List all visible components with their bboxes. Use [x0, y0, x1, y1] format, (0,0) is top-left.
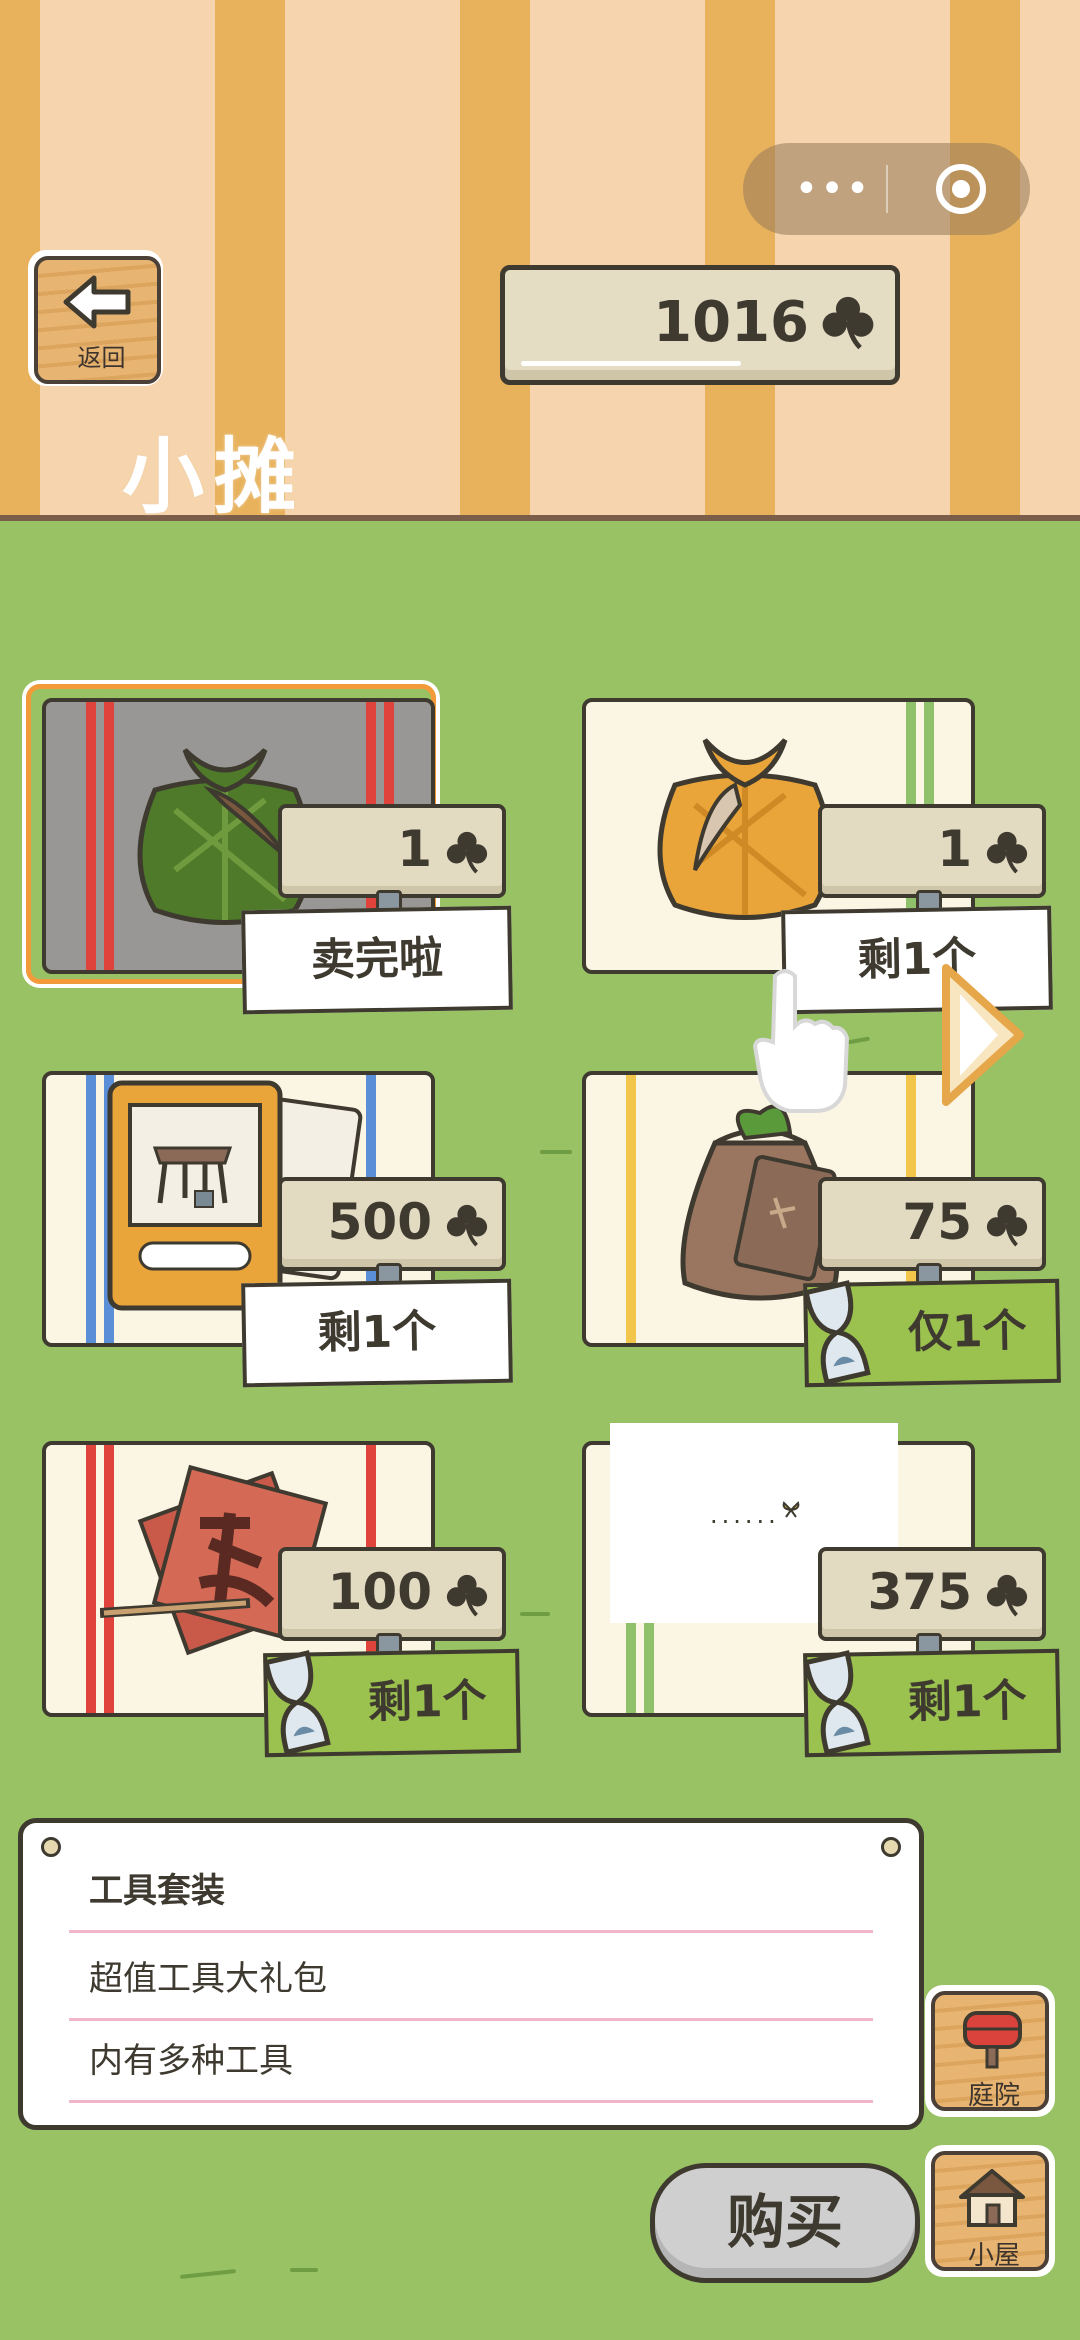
item-description-line-2: 内有多种工具 — [69, 2019, 873, 2103]
price-value: 1 — [397, 820, 432, 878]
clover-icon — [444, 1571, 490, 1617]
nail-icon — [41, 1837, 61, 1857]
clover-icon — [444, 1201, 490, 1247]
tutorial-hand-pointer-icon — [752, 969, 850, 1113]
price-value: 75 — [902, 1193, 972, 1251]
more-icon[interactable]: ••• — [783, 161, 883, 217]
grass-mark — [290, 2268, 318, 2272]
rug-stripe — [86, 1075, 96, 1343]
back-button[interactable]: 返回 — [28, 250, 163, 386]
close-miniprogram-icon[interactable] — [933, 161, 989, 217]
price-tag: 1 — [278, 804, 506, 916]
shop-item-3[interactable]: 500 剩1个 — [20, 1063, 513, 1403]
item-name: 工具套装 — [69, 1849, 873, 1933]
stock-status: 卖完啦 — [241, 905, 513, 1015]
clover-balance: 1016 — [500, 265, 900, 385]
back-label: 返回 — [77, 344, 126, 372]
yard-button-plate: 庭院 — [931, 1991, 1049, 2111]
house-label: 小屋 — [967, 2241, 1020, 2271]
price-tag: 1 — [818, 804, 1046, 916]
grass-mark — [520, 1612, 550, 1616]
clover-icon — [984, 1571, 1030, 1617]
stock-status: 剩1个 — [263, 1648, 521, 1758]
clover-icon — [819, 292, 877, 350]
price-value: 100 — [327, 1563, 432, 1621]
loading-text: ...... — [710, 1501, 780, 1529]
miniprogram-capsule: ••• — [743, 143, 1030, 235]
next-page-arrow-icon[interactable] — [938, 960, 1028, 1110]
balance-highlight — [521, 361, 741, 366]
house-button[interactable]: 小屋 — [925, 2145, 1055, 2277]
stock-status: 剩1个 — [241, 1278, 513, 1388]
clover-balance-value: 1016 — [653, 290, 809, 355]
capsule-divider — [886, 165, 888, 213]
item-description-line-1: 超值工具大礼包 — [69, 1937, 873, 2021]
item-description-panel: 工具套装 超值工具大礼包 内有多种工具 — [18, 1818, 924, 2130]
yard-button[interactable]: 庭院 — [925, 1985, 1055, 2117]
price-tag: 500 — [278, 1177, 506, 1289]
yard-label: 庭院 — [967, 2081, 1020, 2111]
hourglass-icon — [803, 1650, 871, 1756]
back-arrow-icon — [63, 275, 131, 329]
hourglass-icon — [263, 1650, 331, 1756]
grass-mark — [179, 2269, 237, 2279]
shop-item-1[interactable]: 1 卖完啦 — [20, 684, 513, 1030]
rug-stripe — [626, 1075, 636, 1343]
buy-button[interactable]: 购买 — [650, 2163, 920, 2283]
stock-status: 剩1个 — [803, 1648, 1061, 1758]
price-tag: 375 — [818, 1547, 1046, 1659]
house-icon — [959, 2169, 1025, 2227]
clover-icon — [444, 828, 490, 874]
nail-icon — [881, 1837, 901, 1857]
price-value: 375 — [867, 1563, 972, 1621]
shop-header: ••• 返回 小摊 1016 — [0, 0, 1080, 525]
price-value: 500 — [327, 1193, 432, 1251]
price-tag: 100 — [278, 1547, 506, 1659]
shop-item-5[interactable]: 100 剩1个 — [20, 1433, 521, 1773]
price-tag: 75 — [818, 1177, 1046, 1289]
page-title: 小摊 — [122, 430, 307, 525]
clover-icon — [984, 828, 1030, 874]
hourglass-icon — [803, 1280, 871, 1386]
price-value: 1 — [937, 820, 972, 878]
rug-stripe — [86, 702, 96, 970]
rug-stripe — [86, 1445, 96, 1713]
stock-status-text: 剩1个 — [907, 1675, 1028, 1729]
stock-status-text: 仅1个 — [907, 1305, 1028, 1359]
back-button-plate: 返回 — [34, 256, 161, 384]
butterfly-icon — [782, 1501, 800, 1518]
clover-icon — [984, 1201, 1030, 1247]
rug-stripe — [104, 702, 114, 970]
stock-status-text: 剩1个 — [367, 1675, 488, 1729]
mailbox-icon — [963, 2011, 1022, 2069]
stock-status: 仅1个 — [803, 1278, 1061, 1388]
house-button-plate: 小屋 — [931, 2151, 1049, 2271]
